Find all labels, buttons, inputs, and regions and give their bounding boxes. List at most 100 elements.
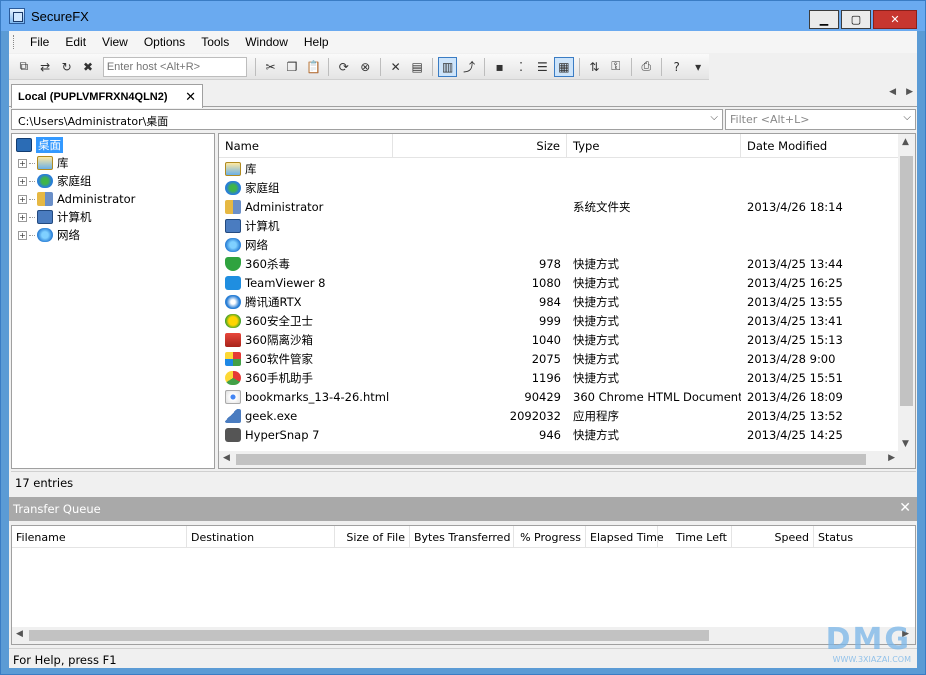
- tree-item-computer[interactable]: + 计算机: [12, 208, 214, 226]
- key-icon[interactable]: ⚿: [606, 57, 625, 77]
- menu-edit[interactable]: Edit: [57, 35, 94, 49]
- file-list-vertical-scrollbar[interactable]: ▲ ▼: [898, 134, 915, 452]
- column-header-speed[interactable]: Speed: [732, 526, 814, 547]
- path-row: C:\Users\Administrator\桌面 ⌵ Filter <Alt+…: [9, 109, 917, 131]
- menu-tools[interactable]: Tools: [193, 35, 237, 49]
- file-row[interactable]: 360隔离沙箱 1040 快捷方式 2013/4/25 15:13: [219, 330, 899, 349]
- tree-item-library[interactable]: + 库: [12, 154, 214, 172]
- menu-view[interactable]: View: [94, 35, 136, 49]
- filter-combobox[interactable]: Filter <Alt+L> ⌵: [725, 109, 916, 130]
- scroll-thumb[interactable]: [236, 454, 866, 465]
- file-row[interactable]: 家庭组: [219, 178, 899, 197]
- file-row[interactable]: 库: [219, 159, 899, 178]
- expand-icon[interactable]: +: [18, 194, 27, 204]
- file-row[interactable]: HyperSnap 7 946 快捷方式 2013/4/25 14:25: [219, 425, 899, 444]
- column-header-bytes-transferred[interactable]: Bytes Transferred: [410, 526, 514, 547]
- transfer-queue-horizontal-scrollbar[interactable]: ◀ ▶: [12, 627, 915, 644]
- scroll-left-icon[interactable]: ◀: [16, 629, 23, 639]
- file-row[interactable]: 计算机: [219, 216, 899, 235]
- column-header-elapsed-time[interactable]: Elapsed Time: [586, 526, 664, 547]
- expand-icon[interactable]: +: [18, 176, 27, 186]
- tree-item-homegroup[interactable]: + 家庭组: [12, 172, 214, 190]
- maximize-button[interactable]: ▢: [841, 10, 871, 29]
- file-size: 1196: [531, 370, 561, 385]
- disconnect-icon[interactable]: ✖: [78, 57, 97, 77]
- copy-icon[interactable]: ❐: [282, 57, 301, 77]
- paste-icon[interactable]: 📋: [304, 57, 323, 77]
- refresh-icon[interactable]: ⟳: [334, 57, 353, 77]
- quick-connect-icon[interactable]: ⇄: [35, 57, 54, 77]
- expand-icon[interactable]: +: [18, 158, 27, 168]
- scroll-left-icon[interactable]: ◀: [223, 453, 230, 463]
- tree-item-desktop[interactable]: 桌面: [12, 136, 214, 154]
- connect-icon[interactable]: ⧉: [14, 57, 33, 77]
- title-bar[interactable]: SecureFX ▁ ▢ ✕: [1, 1, 925, 31]
- tab-close-icon[interactable]: ✕: [185, 89, 196, 105]
- folder-up-icon[interactable]: ⤴: [459, 57, 478, 77]
- column-header-size-of-file[interactable]: Size of File: [335, 526, 410, 547]
- tab-next-icon[interactable]: ▶: [906, 87, 913, 97]
- host-input[interactable]: [102, 56, 247, 77]
- small-icons-view-icon[interactable]: ⁚: [511, 57, 530, 77]
- scroll-up-icon[interactable]: ▲: [902, 137, 909, 147]
- transfer-queue-list[interactable]: Filename Destination Size of File Bytes …: [11, 525, 916, 645]
- chevron-down-icon[interactable]: ⌵: [903, 112, 911, 123]
- menu-window[interactable]: Window: [237, 35, 296, 49]
- column-header-destination[interactable]: Destination: [187, 526, 335, 547]
- tab-strip: Local (PUPLVMFRXN4QLN2) ✕ ◀ ▶: [9, 83, 917, 108]
- print-icon[interactable]: ⎙: [637, 57, 656, 77]
- folder-tree[interactable]: 桌面 + 库 + 家庭组 + Administrator + 计算机 + 网络: [11, 133, 215, 469]
- scroll-down-icon[interactable]: ▼: [902, 439, 909, 449]
- file-row[interactable]: bookmarks_13-4-26.html 90429 360 Chrome HT…: [219, 387, 899, 406]
- tab-prev-icon[interactable]: ◀: [889, 87, 896, 97]
- file-row[interactable]: 360手机助手 1196 快捷方式 2013/4/25 15:51: [219, 368, 899, 387]
- details-view-icon[interactable]: ▦: [554, 56, 574, 77]
- column-header-filename[interactable]: Filename: [12, 526, 187, 547]
- stop-icon[interactable]: ⊗: [356, 57, 375, 77]
- column-header-name[interactable]: Name: [219, 134, 393, 158]
- help-icon[interactable]: ?: [667, 57, 686, 77]
- transfer-queue-close-icon[interactable]: ✕: [899, 500, 911, 516]
- scroll-thumb[interactable]: [29, 630, 709, 641]
- file-row[interactable]: 360杀毒 978 快捷方式 2013/4/25 13:44: [219, 254, 899, 273]
- chevron-down-icon[interactable]: ⌵: [710, 112, 718, 123]
- column-header-progress[interactable]: % Progress: [514, 526, 586, 547]
- file-row[interactable]: geek.exe 2092032 应用程序 2013/4/25 13:52: [219, 406, 899, 425]
- menu-help[interactable]: Help: [296, 35, 337, 49]
- scroll-right-icon[interactable]: ▶: [888, 453, 895, 463]
- column-header-size[interactable]: Size: [393, 134, 567, 158]
- column-header-date-modified[interactable]: Date Modified: [741, 134, 899, 158]
- file-row[interactable]: 网络: [219, 235, 899, 254]
- file-row[interactable]: TeamViewer 8 1080 快捷方式 2013/4/25 16:25: [219, 273, 899, 292]
- file-row[interactable]: 腾讯通RTX 984 快捷方式 2013/4/25 13:55: [219, 292, 899, 311]
- file-row[interactable]: Administrator 系统文件夹 2013/4/26 18:14: [219, 197, 899, 216]
- list-view-icon[interactable]: ☰: [533, 57, 552, 77]
- menu-options[interactable]: Options: [136, 35, 193, 49]
- toolbar-overflow-icon[interactable]: ▾: [688, 57, 707, 77]
- tree-item-network[interactable]: + 网络: [12, 226, 214, 244]
- file-row[interactable]: 360软件管家 2075 快捷方式 2013/4/28 9:00: [219, 349, 899, 368]
- expand-icon[interactable]: +: [18, 230, 27, 240]
- column-header-status[interactable]: Status: [814, 526, 910, 547]
- tree-view-icon[interactable]: ▥: [437, 56, 458, 77]
- sync-icon[interactable]: ⇅: [585, 57, 604, 77]
- column-header-type[interactable]: Type: [567, 134, 741, 158]
- expand-icon[interactable]: +: [18, 212, 27, 222]
- properties-icon[interactable]: ▤: [407, 57, 426, 77]
- cut-icon[interactable]: ✂: [261, 57, 280, 77]
- path-combobox[interactable]: C:\Users\Administrator\桌面 ⌵: [11, 109, 723, 130]
- delete-icon[interactable]: ✕: [386, 57, 405, 77]
- tab-local[interactable]: Local (PUPLVMFRXN4QLN2) ✕: [11, 84, 203, 108]
- file-list[interactable]: Name Size Type Date Modified 库家庭组 Adminis…: [218, 133, 916, 469]
- close-button[interactable]: ✕: [873, 10, 917, 29]
- scroll-thumb[interactable]: [900, 156, 913, 406]
- file-row[interactable]: 360安全卫士 999 快捷方式 2013/4/25 13:41: [219, 311, 899, 330]
- tree-item-administrator[interactable]: + Administrator: [12, 190, 214, 208]
- minimize-button[interactable]: ▁: [809, 10, 839, 29]
- file-list-horizontal-scrollbar[interactable]: ◀ ▶: [219, 451, 915, 468]
- large-icons-view-icon[interactable]: ▪: [490, 57, 509, 77]
- reconnect-icon[interactable]: ↻: [57, 57, 76, 77]
- menu-file[interactable]: File: [22, 35, 57, 49]
- column-header-time-left[interactable]: Time Left: [658, 526, 732, 547]
- menubar-grip[interactable]: [13, 35, 16, 49]
